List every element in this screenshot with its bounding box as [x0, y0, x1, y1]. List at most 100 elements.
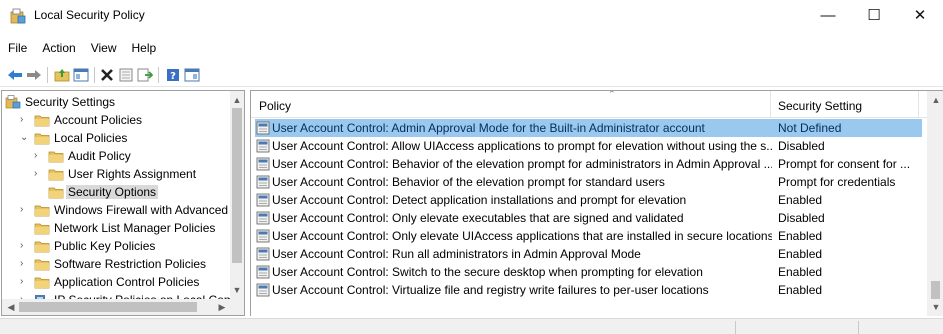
policy-row[interactable]: User Account Control: Run all administra… — [255, 245, 922, 263]
collapse-chevron-icon[interactable]: ⌄ — [20, 132, 30, 144]
properties-icon[interactable] — [117, 66, 135, 84]
details-pane: ⌃ Policy Security Setting User Account C… — [250, 90, 943, 316]
folder-icon — [34, 223, 50, 235]
scroll-down-arrow-icon[interactable]: ▼ — [929, 300, 943, 314]
policy-setting-icon — [256, 229, 270, 243]
scroll-right-arrow-icon[interactable]: ▶ — [215, 300, 229, 314]
column-divider[interactable] — [918, 91, 919, 118]
menu-help[interactable]: Help — [124, 38, 164, 58]
policy-row[interactable]: User Account Control: Detect application… — [255, 191, 922, 209]
folder-icon — [48, 151, 64, 163]
security-setting-value: Enabled — [778, 265, 823, 279]
folder-icon — [34, 133, 50, 145]
column-header-security-setting[interactable]: Security Setting — [778, 91, 918, 118]
maximize-button[interactable]: ☐ — [851, 0, 897, 30]
policy-setting-icon — [256, 193, 270, 207]
tree-item[interactable]: Security Options — [2, 183, 230, 202]
scroll-left-arrow-icon[interactable]: ◀ — [4, 300, 18, 314]
policy-row[interactable]: User Account Control: Switch to the secu… — [255, 263, 922, 281]
expand-chevron-icon[interactable]: › — [34, 150, 44, 162]
folder-icon — [48, 187, 64, 199]
show-hide-action-pane-icon[interactable] — [183, 66, 201, 84]
tree-horizontal-scrollbar[interactable]: ◀ ▶ — [2, 299, 244, 315]
toolbar: ? — [0, 63, 943, 87]
tree-item[interactable]: ⌄ Local Policies — [2, 129, 230, 148]
list-vertical-scrollbar[interactable]: ▲ ▼ — [927, 91, 943, 316]
scrollbar-thumb[interactable] — [19, 302, 197, 312]
scroll-up-arrow-icon[interactable]: ▲ — [929, 93, 943, 107]
policy-row[interactable]: User Account Control: Only elevate execu… — [255, 209, 922, 227]
policy-setting-icon — [256, 247, 270, 261]
policy-name: User Account Control: Behavior of the el… — [272, 175, 665, 189]
policy-name: User Account Control: Switch to the secu… — [272, 265, 703, 279]
security-setting-value: Disabled — [778, 139, 825, 153]
policy-row[interactable]: User Account Control: Only elevate UIAcc… — [255, 227, 922, 245]
folder-icon — [48, 169, 64, 181]
up-folder-icon[interactable] — [53, 66, 71, 84]
delete-icon[interactable] — [98, 66, 116, 84]
list-header: ⌃ Policy Security Setting — [251, 91, 943, 118]
tree-item[interactable]: › Software Restriction Policies — [2, 255, 230, 274]
menu-file[interactable]: File — [0, 38, 34, 58]
tree-item[interactable]: ›IP Security Policies on Local Comp — [2, 291, 230, 299]
tree-item[interactable]: Network List Manager Policies — [2, 219, 230, 238]
policy-row[interactable]: User Account Control: Allow UIAccess app… — [255, 137, 922, 155]
column-divider[interactable] — [770, 91, 771, 118]
expand-chevron-icon[interactable]: › — [20, 258, 30, 270]
toolbar-separator — [94, 67, 95, 83]
tree-item[interactable]: › Account Policies — [2, 111, 230, 130]
tree-item[interactable]: › Application Control Policies — [2, 273, 230, 292]
minimize-button[interactable]: — — [805, 0, 851, 30]
policy-row[interactable]: User Account Control: Admin Approval Mod… — [255, 119, 922, 137]
expand-chevron-icon[interactable]: › — [34, 168, 44, 180]
menu-bar: File Action View Help — [0, 38, 163, 58]
policy-name: User Account Control: Only elevate execu… — [272, 211, 684, 225]
menu-action[interactable]: Action — [34, 38, 82, 58]
scrollbar-thumb[interactable] — [931, 281, 940, 299]
column-header-policy[interactable]: Policy — [259, 91, 774, 118]
folder-icon — [34, 277, 50, 289]
toolbar-separator — [47, 67, 48, 83]
tree-item[interactable]: Security Settings — [2, 93, 230, 112]
policy-name: User Account Control: Detect application… — [272, 193, 687, 207]
tree-item[interactable]: › Windows Firewall with Advanced S — [2, 201, 230, 220]
close-button[interactable]: ✕ — [897, 0, 943, 30]
tree-vertical-scrollbar[interactable]: ▲ ▼ — [230, 91, 244, 299]
export-list-icon[interactable] — [136, 66, 154, 84]
policy-name: User Account Control: Virtualize file an… — [272, 283, 709, 297]
policy-name: User Account Control: Behavior of the el… — [272, 157, 772, 171]
tree-item-label: Security Settings — [25, 95, 116, 109]
security-setting-value: Enabled — [778, 229, 823, 243]
tree-item-label: Public Key Policies — [54, 239, 156, 253]
expand-chevron-icon[interactable]: › — [20, 276, 30, 288]
policy-name: User Account Control: Allow UIAccess app… — [272, 139, 772, 153]
tree-item-label: Windows Firewall with Advanced S — [54, 203, 230, 217]
show-hide-console-tree-icon[interactable] — [72, 66, 90, 84]
scroll-up-arrow-icon[interactable]: ▲ — [230, 93, 244, 107]
menu-view[interactable]: View — [83, 38, 124, 58]
policy-row[interactable]: User Account Control: Behavior of the el… — [255, 173, 922, 191]
window-title: Local Security Policy — [34, 8, 145, 22]
scroll-down-arrow-icon[interactable]: ▼ — [230, 283, 244, 297]
expand-chevron-icon[interactable]: › — [20, 240, 30, 252]
security-setting-value: Enabled — [778, 193, 823, 207]
tree-item[interactable]: › User Rights Assignment — [2, 165, 230, 184]
policy-setting-icon — [256, 265, 270, 279]
expand-chevron-icon[interactable]: › — [20, 204, 30, 216]
tree-item-label: Software Restriction Policies — [54, 257, 207, 271]
policy-setting-icon — [256, 283, 270, 297]
expand-chevron-icon[interactable]: › — [20, 114, 30, 126]
console-tree: Security Settings › Account Policies ⌄ Local… — [2, 91, 230, 299]
policy-row[interactable]: User Account Control: Behavior of the el… — [255, 155, 922, 173]
forward-arrow-icon[interactable] — [25, 66, 43, 84]
tree-item[interactable]: › Public Key Policies — [2, 237, 230, 256]
security-setting-value: Prompt for consent for ... — [778, 157, 911, 171]
help-icon[interactable]: ? — [164, 66, 182, 84]
toolbar-separator — [158, 67, 159, 83]
scrollbar-thumb[interactable] — [232, 108, 242, 263]
tree-item[interactable]: › Audit Policy — [2, 147, 230, 166]
back-arrow-icon[interactable] — [6, 66, 24, 84]
console-tree-pane: Security Settings › Account Policies ⌄ Local… — [1, 90, 245, 316]
policy-row[interactable]: User Account Control: Virtualize file an… — [255, 281, 922, 299]
policy-name: User Account Control: Only elevate UIAcc… — [272, 229, 772, 243]
